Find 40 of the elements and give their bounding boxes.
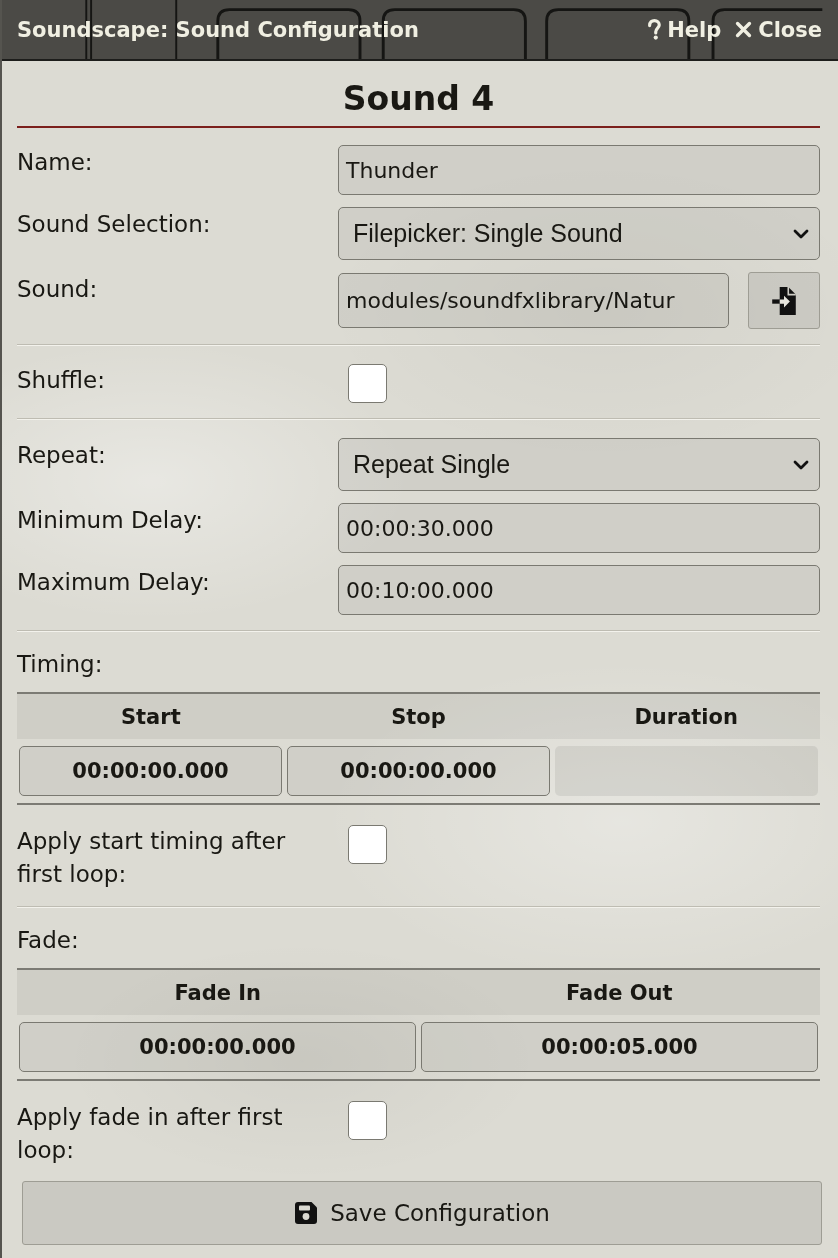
checkbox[interactable] — [348, 364, 387, 403]
text-field[interactable]: 00:00:30.000 — [338, 503, 820, 553]
column-header: Duration — [634, 704, 738, 729]
file-arrow-icon — [771, 285, 797, 316]
section-label: Timing: — [17, 650, 104, 678]
text-field[interactable]: 00:10:00.000 — [338, 565, 820, 615]
column-header: Fade In — [174, 980, 262, 1005]
close-icon — [735, 21, 753, 38]
checkbox[interactable] — [348, 1101, 387, 1140]
file-picker-button[interactable] — [748, 272, 820, 329]
dropdown[interactable]: Repeat Single — [338, 438, 820, 491]
help-button[interactable]: Help — [647, 17, 722, 42]
column-header: Start — [120, 704, 181, 729]
time-field[interactable]: 00:00:00.000 — [287, 746, 550, 796]
text-field[interactable]: modules/soundfxlibrary/Natur — [338, 273, 729, 328]
question-icon — [647, 19, 662, 40]
field-label: Repeat: — [17, 441, 107, 469]
section-label: Fade: — [17, 926, 80, 954]
save-button[interactable]: Save Configuration — [22, 1181, 822, 1245]
text-field[interactable]: Thunder — [338, 145, 820, 195]
dropdown[interactable]: Filepicker: Single Sound — [338, 207, 820, 260]
time-field[interactable]: 00:00:00.000 — [19, 1022, 416, 1072]
time-field[interactable]: 00:00:00.000 — [19, 746, 282, 796]
column-header: Fade Out — [565, 980, 673, 1005]
field-label: Sound Selection: — [17, 210, 212, 238]
field-label: Sound: — [17, 275, 99, 303]
sound-heading: Sound 4 — [342, 78, 495, 120]
time-field[interactable]: 00:00:05.000 — [421, 1022, 818, 1072]
chevron-down-icon — [793, 228, 809, 239]
field-label: Minimum Delay: — [17, 506, 204, 534]
field-label: Maximum Delay: — [17, 568, 211, 596]
column-header: Stop — [391, 704, 446, 729]
field-label: Shuffle: — [17, 366, 106, 395]
field-label: Name: — [17, 148, 94, 176]
checkbox[interactable] — [348, 825, 387, 864]
field-label: Apply fade in after first loop: — [17, 1103, 284, 1165]
field-label: Apply start timing after first loop: — [17, 827, 287, 889]
chevron-down-icon — [793, 459, 809, 470]
window-title: Soundscape: Sound Configuration — [17, 17, 419, 42]
close-button[interactable]: Close — [735, 17, 822, 42]
